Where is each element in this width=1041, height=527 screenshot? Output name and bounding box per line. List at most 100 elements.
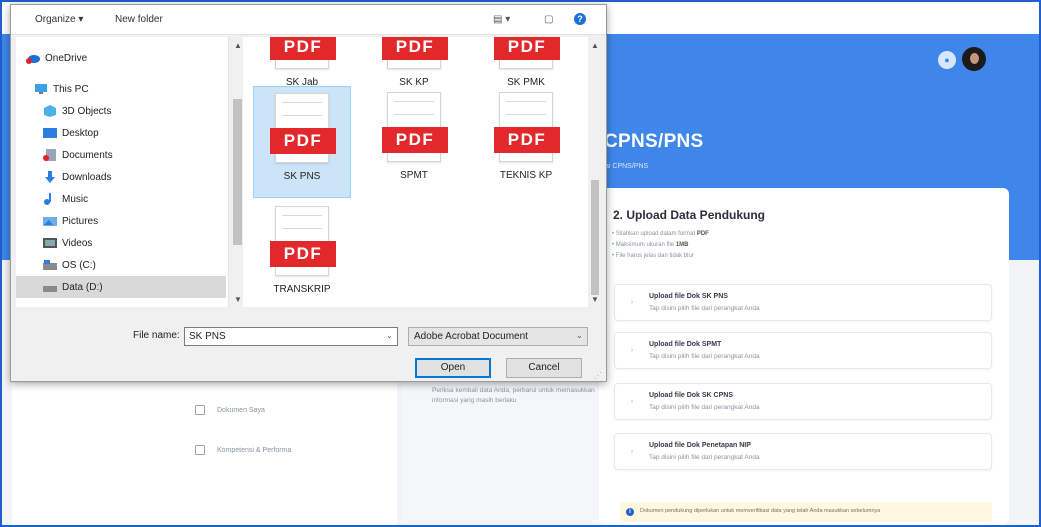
- avatar[interactable]: [962, 47, 986, 71]
- resize-grip-icon[interactable]: ⋰: [594, 371, 602, 380]
- pdf-file-icon: PDF: [270, 93, 336, 163]
- cancel-button[interactable]: Cancel: [506, 358, 582, 378]
- notification-bell-icon[interactable]: ●: [938, 51, 956, 69]
- view-options-icon[interactable]: ▤ ▾: [493, 14, 510, 25]
- nav-item-music[interactable]: Music: [43, 188, 243, 210]
- documents-icon: [43, 149, 57, 161]
- file-item[interactable]: PDF TRANSKRIP: [253, 200, 351, 307]
- file-type-select[interactable]: Adobe Acrobat Document: [408, 327, 588, 346]
- chevron-icon: ›: [631, 399, 633, 405]
- grid-icon: [195, 445, 205, 455]
- navigation-pane: OneDrive This PC 3D Objects Desktop Docu…: [16, 37, 244, 307]
- open-button[interactable]: Open: [415, 358, 491, 378]
- nav-item-label: Data (D:): [62, 281, 103, 293]
- upload-title: Upload file Dok SPMT: [649, 341, 722, 348]
- upload-hint: Tap disini pilih file dari perangkat And…: [649, 353, 760, 360]
- nav-item-pictures[interactable]: Pictures: [43, 210, 243, 232]
- menu-item-dokumen-saya[interactable]: Dokumen Saya: [195, 405, 265, 415]
- file-name-input[interactable]: SK PNS: [184, 327, 398, 346]
- info-icon: i: [626, 508, 634, 516]
- pdf-file-icon: PDF: [382, 92, 448, 162]
- upload-hint: Tap disini pilih file dari perangkat And…: [649, 454, 760, 461]
- pdf-file-icon: PDF: [270, 37, 336, 69]
- chevron-icon: ›: [631, 449, 633, 455]
- info-alert-text: Dokumen pendukung diperlukan untuk memve…: [640, 508, 881, 514]
- file-item[interactable]: PDF TEKNIS KP: [477, 86, 575, 198]
- pdf-file-icon: PDF: [494, 92, 560, 162]
- scroll-up-icon[interactable]: ▲: [591, 41, 599, 50]
- dialog-toolbar: Organize ▾ New folder ▤ ▾ ▢ ?: [11, 5, 606, 35]
- cube-icon: [43, 105, 57, 117]
- nav-item-onedrive[interactable]: OneDrive: [26, 47, 226, 69]
- page-title: CPNS/PNS: [604, 131, 704, 152]
- nav-item-videos[interactable]: Videos: [43, 232, 243, 254]
- file-list-scrollbar-thumb[interactable]: [591, 180, 599, 295]
- upload-sk-pns-button[interactable]: › Upload file Dok SK PNS Tap disini pili…: [614, 284, 992, 321]
- nav-item-label: OneDrive: [45, 52, 88, 64]
- preview-pane-icon[interactable]: ▢: [544, 14, 553, 25]
- chevron-down-icon[interactable]: ⌄: [386, 331, 393, 340]
- chevron-down-icon[interactable]: ⌄: [576, 331, 583, 340]
- computer-icon: [34, 83, 48, 95]
- nav-item-label: Music: [62, 193, 89, 205]
- nav-item-label: This PC: [53, 83, 89, 95]
- file-list: PDF SK Jab PDF SK KP PDF SK PMK PDF SK P…: [243, 37, 588, 307]
- nav-scrollbar-thumb[interactable]: [233, 99, 242, 245]
- menu-item-label: Kompetensi & Performa: [217, 446, 292, 454]
- menu-item-kompetensi[interactable]: Kompetensi & Performa: [195, 445, 291, 455]
- drive-icon: [43, 259, 57, 271]
- drive-icon: [43, 281, 57, 293]
- page-subtitle: ai CPNS/PNS: [605, 163, 649, 170]
- pdf-file-icon: PDF: [270, 206, 336, 276]
- pictures-icon: [43, 215, 57, 227]
- file-name: SK PNS: [283, 171, 321, 182]
- nav-item-data-d[interactable]: Data (D:): [16, 276, 226, 298]
- nav-item-3d-objects[interactable]: 3D Objects: [43, 100, 243, 122]
- menu-item-label: Dokumen Saya: [217, 406, 265, 414]
- organize-button[interactable]: Organize ▾: [35, 14, 83, 25]
- nav-item-label: Pictures: [62, 215, 99, 227]
- upload-penetapan-nip-button[interactable]: › Upload file Dok Penetapan NIP Tap disi…: [614, 433, 992, 470]
- music-icon: [43, 193, 57, 205]
- nav-item-downloads[interactable]: Downloads: [43, 166, 243, 188]
- nav-item-label: Downloads: [62, 171, 112, 183]
- info-alert: i Dokumen pendukung diperlukan untuk mem…: [620, 502, 992, 522]
- upload-title: Upload file Dok SK CPNS: [649, 392, 734, 399]
- file-item[interactable]: PDF SPMT: [365, 86, 463, 198]
- nav-item-label: OS (C:): [62, 259, 96, 271]
- note-item: Silahkan upload dalam format PDF: [612, 229, 709, 240]
- upload-sk-cpns-button[interactable]: › Upload file Dok SK CPNS Tap disini pil…: [614, 383, 992, 420]
- file-open-dialog: Organize ▾ New folder ▤ ▾ ▢ ? OneDrive T…: [10, 4, 607, 382]
- info-panel-text: Periksa kembali data Anda, perbarui untu…: [432, 387, 595, 404]
- cloud-icon: [26, 52, 40, 64]
- nav-item-label: Documents: [62, 149, 113, 161]
- new-folder-button[interactable]: New folder: [115, 14, 163, 25]
- file-name: TRANSKRIP: [273, 284, 331, 295]
- nav-item-label: Desktop: [62, 127, 99, 139]
- chevron-icon: ›: [631, 348, 633, 354]
- file-name: SPMT: [400, 170, 428, 181]
- help-icon[interactable]: ?: [574, 13, 586, 25]
- pdf-file-icon: PDF: [382, 37, 448, 69]
- upload-hint: Tap disini pilih file dari perangkat And…: [649, 404, 760, 411]
- nav-item-desktop[interactable]: Desktop: [43, 122, 243, 144]
- file-item-selected[interactable]: PDF SK PNS: [253, 86, 351, 198]
- upload-spmt-button[interactable]: › Upload file Dok SPMT Tap disini pilih …: [614, 332, 992, 369]
- videos-icon: [43, 237, 57, 249]
- chevron-icon: ›: [631, 300, 633, 306]
- nav-item-label: Videos: [62, 237, 93, 249]
- upload-title: Upload file Dok Penetapan NIP: [649, 442, 751, 449]
- download-icon: [43, 171, 57, 183]
- upload-title: Upload file Dok SK PNS: [649, 293, 728, 300]
- pdf-file-icon: PDF: [494, 37, 560, 69]
- scroll-down-icon[interactable]: ▼: [234, 295, 242, 304]
- nav-item-documents[interactable]: Documents: [43, 144, 243, 166]
- scroll-up-icon[interactable]: ▲: [234, 41, 242, 50]
- desktop-icon: [43, 127, 57, 139]
- note-item: Maksimum ukuran file 1MB: [612, 240, 709, 251]
- nav-item-this-pc[interactable]: This PC: [34, 78, 234, 100]
- scroll-down-icon[interactable]: ▼: [591, 295, 599, 304]
- nav-item-os-c[interactable]: OS (C:): [43, 254, 243, 276]
- note-item: File harus jelas dan tidak blur: [612, 251, 709, 262]
- upload-hint: Tap disini pilih file dari perangkat And…: [649, 305, 760, 312]
